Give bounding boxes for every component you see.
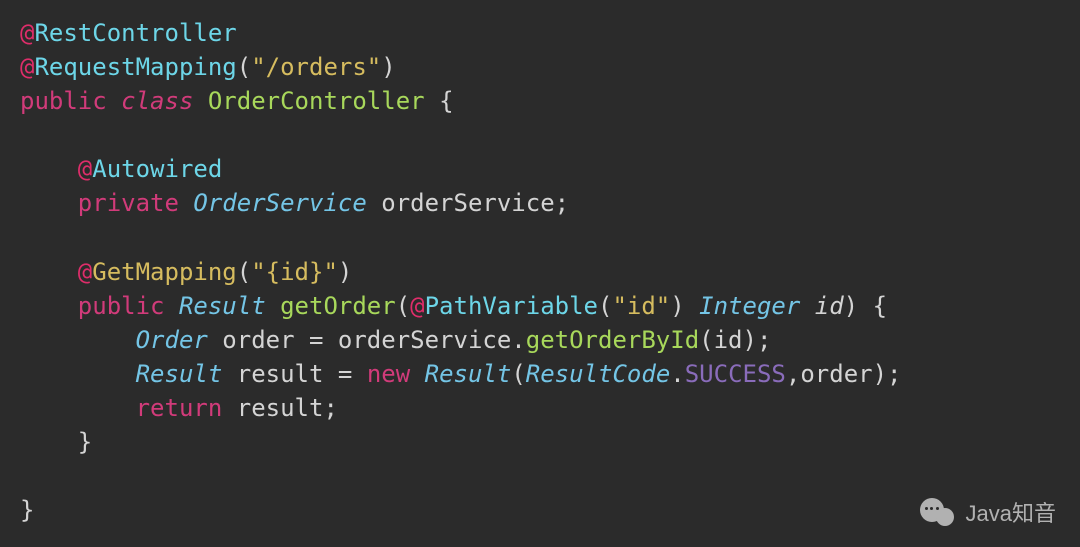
keyword-new: new: [367, 360, 410, 388]
brace: {: [873, 292, 887, 320]
annotation-restcontroller: RestController: [34, 19, 236, 47]
paren: (: [237, 258, 251, 286]
comma: ,: [786, 360, 800, 388]
dot: .: [511, 326, 525, 354]
dot: .: [670, 360, 684, 388]
param-id: id: [815, 292, 844, 320]
semicolon: ;: [323, 394, 337, 422]
keyword-public: public: [20, 87, 107, 115]
type-order: Order: [136, 326, 208, 354]
call-getorderbyid: getOrderById: [526, 326, 699, 354]
indent-guide: [78, 394, 136, 422]
keyword-public: public: [78, 292, 165, 320]
indent-guide: [78, 360, 136, 388]
equals: =: [338, 360, 352, 388]
watermark: Java知音: [920, 498, 1056, 529]
semicolon: ;: [887, 360, 901, 388]
wechat-icon: [920, 498, 958, 528]
var-order: order: [222, 326, 294, 354]
paren: ): [338, 258, 352, 286]
enum-resultcode: ResultCode: [526, 360, 671, 388]
annotation-at: @: [78, 155, 92, 183]
type-result: Result: [136, 360, 223, 388]
annotation-at: @: [78, 258, 92, 286]
class-name: OrderController: [208, 87, 425, 115]
paren: ): [844, 292, 858, 320]
semicolon: ;: [555, 189, 569, 217]
keyword-private: private: [78, 189, 179, 217]
paren: ): [670, 292, 684, 320]
ctor-result: Result: [425, 360, 512, 388]
annotation-at: @: [20, 19, 34, 47]
brace: {: [439, 87, 453, 115]
ref-orderservice: orderService: [338, 326, 511, 354]
paren: (: [396, 292, 410, 320]
annotation-autowired: Autowired: [92, 155, 222, 183]
paren: (: [237, 53, 251, 81]
string-literal: "/orders": [251, 53, 381, 81]
paren: (: [598, 292, 612, 320]
string-literal: "{id}": [251, 258, 338, 286]
paren: ): [873, 360, 887, 388]
paren: ): [381, 53, 395, 81]
string-literal: "id": [612, 292, 670, 320]
equals: =: [309, 326, 323, 354]
method-getorder: getOrder: [280, 292, 396, 320]
arg-order: order: [800, 360, 872, 388]
var-result: result: [237, 360, 324, 388]
paren: (: [699, 326, 713, 354]
type-integer: Integer: [699, 292, 800, 320]
field-orderservice: orderService: [381, 189, 554, 217]
annotation-at: @: [20, 53, 34, 81]
arg-id: id: [714, 326, 743, 354]
enum-success: SUCCESS: [685, 360, 786, 388]
brace: }: [78, 428, 92, 456]
annotation-pathvariable: PathVariable: [425, 292, 598, 320]
annotation-at: @: [410, 292, 424, 320]
watermark-text: Java知音: [966, 498, 1056, 529]
ret-result: result: [237, 394, 324, 422]
type-result: Result: [179, 292, 266, 320]
annotation-getmapping: GetMapping: [92, 258, 237, 286]
paren: (: [511, 360, 525, 388]
type-orderservice: OrderService: [193, 189, 366, 217]
code-block: @RestController @RequestMapping("/orders…: [0, 0, 1080, 543]
semicolon: ;: [757, 326, 771, 354]
keyword-return: return: [136, 394, 223, 422]
paren: ): [743, 326, 757, 354]
brace: }: [20, 496, 34, 524]
annotation-requestmapping: RequestMapping: [34, 53, 236, 81]
indent-guide: [78, 326, 136, 354]
keyword-class: class: [121, 87, 193, 115]
